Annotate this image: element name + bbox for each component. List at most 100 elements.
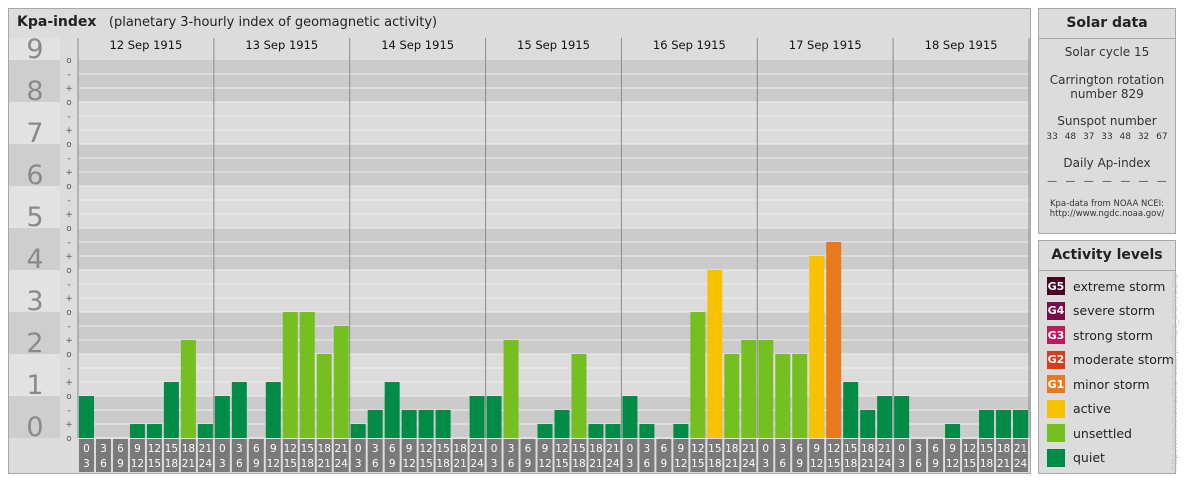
kp-bar: [79, 396, 94, 438]
sunspot-values: 33 48 37 33 48 32 67: [1039, 132, 1175, 142]
interval-end-label: 24: [878, 458, 892, 470]
interval-start-label: 15: [844, 443, 857, 455]
interval-end-label: 21: [725, 458, 738, 470]
level-label: extreme storm: [1073, 278, 1166, 294]
interval-start-label: 18: [182, 443, 195, 455]
level-item-moderate-storm: G2 moderate storm: [1039, 348, 1175, 373]
interval-end-label: 12: [131, 458, 144, 470]
kp-bar: [129, 424, 145, 438]
y-tick-label: 9: [26, 34, 43, 65]
ap-value: —: [1083, 176, 1094, 187]
minor-mark: o: [66, 182, 71, 192]
ap-values: — — — — — — —: [1039, 176, 1175, 187]
minor-mark: o: [66, 140, 71, 150]
interval-end-label: 21: [589, 458, 602, 470]
kp-bar: [588, 424, 604, 438]
interval-start-label: 18: [861, 443, 874, 455]
plot-band: [78, 270, 1029, 312]
interval-start-label: 21: [1014, 443, 1027, 455]
kp-bar: [384, 382, 400, 438]
day-label: 14 Sep 1915: [381, 38, 454, 52]
kp-bar: [571, 354, 587, 438]
ap-title: Daily Ap-index: [1063, 156, 1151, 170]
plot-band: [78, 102, 1029, 144]
interval-end-label: 12: [402, 458, 415, 470]
interval-start-label: 18: [997, 443, 1010, 455]
minor-mark: -: [67, 70, 70, 80]
y-tick-label: 4: [26, 244, 43, 275]
kp-bar: [197, 424, 213, 438]
interval-end-label: 21: [318, 458, 331, 470]
interval-start-label: 18: [453, 443, 466, 455]
minor-mark: -: [67, 280, 70, 290]
interval-end-label: 12: [267, 458, 280, 470]
plot-band: [78, 354, 1029, 396]
interval-start-label: 0: [762, 443, 769, 455]
level-label: quiet: [1073, 450, 1105, 466]
interval-end-label: 9: [253, 458, 260, 470]
solar-cycle: Solar cycle 15: [1064, 45, 1150, 59]
sunspot-value: 37: [1082, 132, 1095, 142]
y-tick-label: 2: [26, 328, 43, 359]
solar-data-panel: Solar data Solar cycle 15 Carrington rot…: [1038, 8, 1176, 234]
kp-bar: [894, 396, 910, 438]
kp-bar: [486, 396, 502, 438]
interval-start-label: 12: [284, 443, 297, 455]
kp-bar: [146, 424, 162, 438]
minor-mark: -: [67, 196, 70, 206]
y-tick-label: 6: [26, 160, 43, 191]
interval-start-label: 3: [915, 443, 922, 455]
ap-value: —: [1138, 176, 1149, 187]
interval-start-label: 0: [83, 443, 90, 455]
ap-value: —: [1120, 176, 1131, 187]
interval-end-label: 12: [538, 458, 551, 470]
day-label: 13 Sep 1915: [245, 38, 318, 52]
interval-end-label: 18: [708, 458, 721, 470]
carrington-line1: Carrington rotation: [1049, 73, 1165, 87]
level-badge: G3: [1047, 326, 1065, 345]
minor-mark: +: [65, 378, 72, 388]
interval-start-label: 9: [542, 443, 549, 455]
interval-end-label: 15: [555, 458, 568, 470]
level-item-unsettled: unsettled: [1039, 421, 1175, 446]
level-label: moderate storm: [1073, 352, 1174, 368]
interval-end-label: 24: [470, 458, 484, 470]
interval-end-label: 9: [661, 458, 668, 470]
minor-mark: +: [65, 420, 72, 430]
minor-mark: -: [67, 238, 70, 248]
kp-bar: [537, 424, 553, 438]
minor-mark: +: [65, 126, 72, 136]
day-label: 18 Sep 1915: [925, 38, 998, 52]
kp-bar: [265, 382, 281, 438]
kp-bar: [860, 409, 876, 438]
interval-end-label: 6: [915, 458, 922, 470]
y-tick-label: 7: [26, 118, 43, 149]
minor-mark: o: [66, 308, 71, 318]
interval-start-label: 6: [253, 443, 260, 455]
interval-end-label: 18: [165, 458, 178, 470]
kp-bar: [231, 382, 247, 438]
day-label: 12 Sep 1915: [109, 38, 182, 52]
interval-end-label: 3: [627, 458, 634, 470]
kp-bar: [1013, 409, 1028, 438]
kp-bar: [316, 354, 332, 438]
interval-end-label: 6: [779, 458, 786, 470]
kp-bar: [690, 312, 706, 438]
level-swatch: [1047, 424, 1065, 443]
kp-bar: [299, 312, 315, 438]
minor-mark: o: [66, 434, 71, 444]
interval-end-label: 9: [796, 458, 803, 470]
interval-end-label: 24: [199, 458, 213, 470]
interval-end-label: 3: [491, 458, 498, 470]
interval-start-label: 21: [742, 443, 755, 455]
minor-mark: +: [65, 336, 72, 346]
kp-bar: [469, 396, 485, 438]
level-swatch: [1047, 448, 1065, 467]
interval-start-label: 6: [117, 443, 124, 455]
interval-start-label: 9: [406, 443, 413, 455]
level-item-extreme-storm: G5 extreme storm: [1039, 274, 1175, 299]
day-label: 17 Sep 1915: [789, 38, 862, 52]
interval-end-label: 3: [898, 458, 905, 470]
level-badge: G1: [1047, 375, 1065, 394]
interval-end-label: 15: [284, 458, 297, 470]
